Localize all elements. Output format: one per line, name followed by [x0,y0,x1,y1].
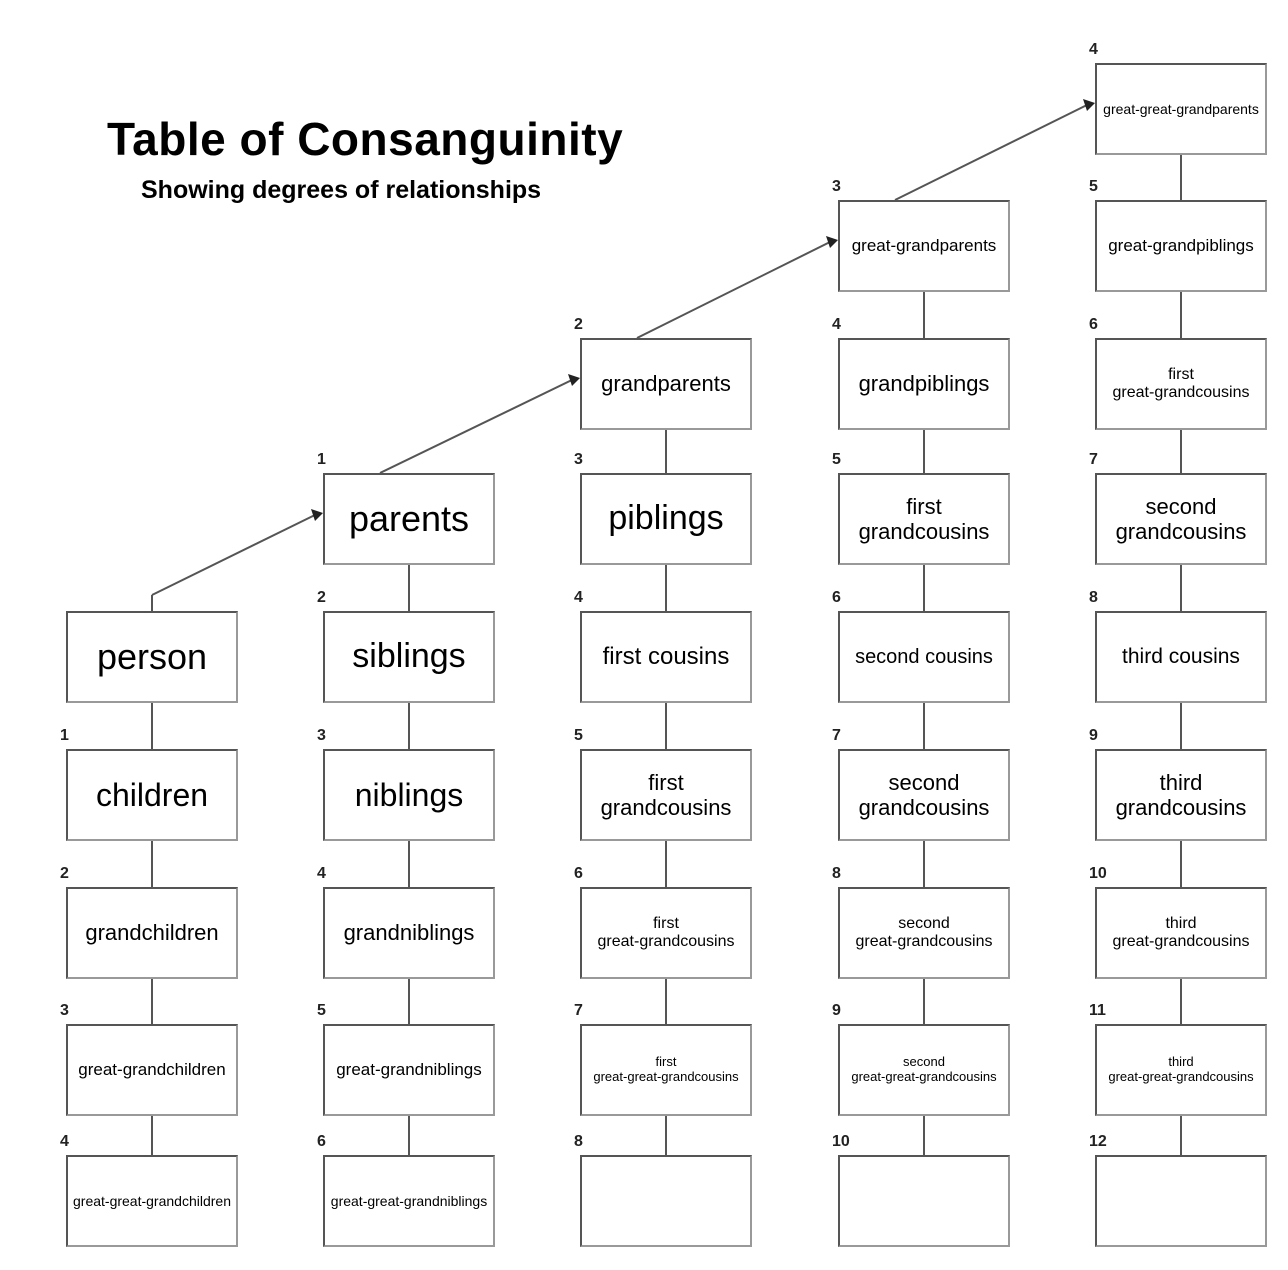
degree-number: 8 [832,865,841,882]
degree-number: 1 [60,727,69,744]
degree-number: 5 [1089,178,1098,195]
degree-number: 2 [317,589,326,606]
degree-number: 7 [1089,451,1098,468]
relationship-box: great-grandniblings [323,1024,495,1116]
relationship-box: piblings [580,473,752,565]
relationship-box: third great-grandcousins [1095,887,1267,979]
relationship-box: third great-great-grandcousins [1095,1024,1267,1116]
degree-number: 3 [574,451,583,468]
relationship-box: great-great-grandchildren [66,1155,238,1247]
relationship-box: third grandcousins [1095,749,1267,841]
degree-number: 2 [60,865,69,882]
degree-number: 4 [317,865,326,882]
relationship-box: second great-grandcousins [838,887,1010,979]
degree-number: 4 [1089,41,1098,58]
degree-number: 8 [1089,589,1098,606]
relationship-box: great-grandparents [838,200,1010,292]
ancestor-arrow [636,239,835,339]
relationship-box: great-grandchildren [66,1024,238,1116]
degree-number: 11 [1089,1002,1106,1019]
degree-number: 2 [574,316,583,333]
degree-number: 5 [832,451,841,468]
relationship-box: great-great-grandniblings [323,1155,495,1247]
degree-number: 5 [317,1002,326,1019]
relationship-box: grandniblings [323,887,495,979]
relationship-box: siblings [323,611,495,703]
degree-number: 3 [317,727,326,744]
degree-number: 6 [1089,316,1098,333]
relationship-box: third cousins [1095,611,1267,703]
relationship-box: great-grandpiblings [1095,200,1267,292]
relationship-box: first grandcousins [838,473,1010,565]
relationship-box: grandchildren [66,887,238,979]
degree-number: 8 [574,1133,583,1150]
degree-number: 6 [574,865,583,882]
degree-number: 9 [832,1002,841,1019]
relationship-box [1095,1155,1267,1247]
degree-number: 5 [574,727,583,744]
relationship-box: first grandcousins [580,749,752,841]
relationship-box [838,1155,1010,1247]
relationship-box: second grandcousins [838,749,1010,841]
relationship-box [580,1155,752,1247]
degree-number: 12 [1089,1133,1107,1150]
relationship-box: grandparents [580,338,752,430]
degree-number: 10 [832,1133,850,1150]
degree-number: 4 [60,1133,69,1150]
degree-number: 9 [1089,727,1098,744]
degree-number: 6 [317,1133,326,1150]
degree-number: 7 [832,727,841,744]
relationship-box: niblings [323,749,495,841]
relationship-box: great-great-grandparents [1095,63,1267,155]
ancestor-arrow [379,377,577,474]
relationship-box: first great-grandcousins [580,887,752,979]
degree-number: 6 [832,589,841,606]
degree-number: 7 [574,1002,583,1019]
degree-number: 4 [832,316,841,333]
relationship-box: parents [323,473,495,565]
relationship-box: children [66,749,238,841]
relationship-box: first great-grandcousins [1095,338,1267,430]
degree-number: 1 [317,451,326,468]
degree-number: 3 [60,1002,69,1019]
ancestor-arrow [894,102,1092,201]
degree-number: 4 [574,589,583,606]
degree-number: 3 [832,178,841,195]
relationship-box: person [66,611,238,703]
relationship-box: second great-great-grandcousins [838,1024,1010,1116]
relationship-box: first great-great-grandcousins [580,1024,752,1116]
ancestor-arrow [151,512,320,596]
degree-number: 10 [1089,865,1107,882]
relationship-box: grandpiblings [838,338,1010,430]
relationship-box: first cousins [580,611,752,703]
relationship-box: second grandcousins [1095,473,1267,565]
relationship-box: second cousins [838,611,1010,703]
